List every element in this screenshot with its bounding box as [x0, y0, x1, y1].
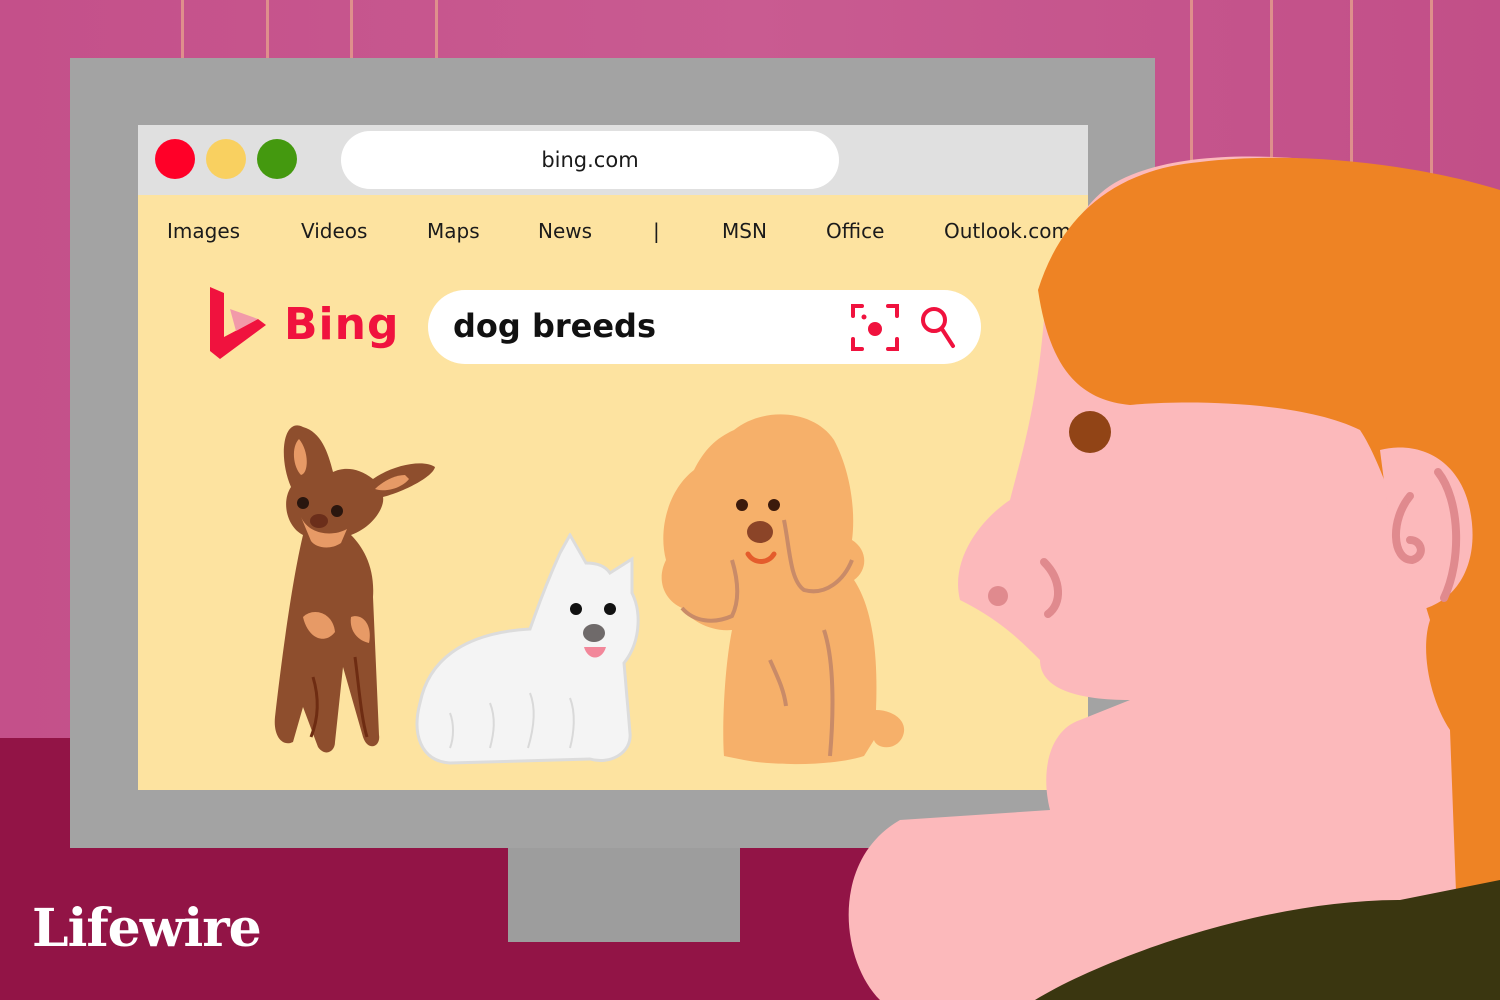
- search-box[interactable]: dog breeds: [428, 290, 981, 364]
- nav-link-maps[interactable]: Maps: [427, 219, 480, 243]
- wall-stripe: [1190, 0, 1193, 738]
- search-input[interactable]: dog breeds: [453, 307, 656, 345]
- camera-scan-icon[interactable]: [848, 303, 902, 353]
- bing-nav-bar: Images Videos Maps News | MSN Office Out…: [138, 219, 1088, 249]
- bing-logo-icon: [210, 287, 266, 359]
- bing-logo[interactable]: Bing: [208, 285, 403, 363]
- nav-link-news[interactable]: News: [538, 219, 592, 243]
- address-bar[interactable]: bing.com: [341, 131, 839, 189]
- address-bar-url: bing.com: [541, 148, 639, 172]
- nav-link-videos[interactable]: Videos: [301, 219, 367, 243]
- browser-titlebar: bing.com: [138, 125, 1088, 195]
- bing-logo-text: Bing: [284, 298, 400, 350]
- wall-stripe: [1270, 0, 1273, 738]
- monitor-stand: [508, 848, 740, 942]
- wall-stripe: [1350, 0, 1353, 738]
- minimize-window-button[interactable]: [206, 139, 246, 179]
- result-image-poodle[interactable]: [654, 410, 914, 770]
- wall-stripe: [1430, 0, 1433, 738]
- result-image-westie[interactable]: [410, 533, 650, 768]
- maximize-window-button[interactable]: [257, 139, 297, 179]
- nav-link-outlook[interactable]: Outlook.com: [944, 219, 1071, 243]
- nav-link-office[interactable]: Office: [826, 219, 884, 243]
- nav-link-msn[interactable]: MSN: [722, 219, 767, 243]
- close-window-button[interactable]: [155, 139, 195, 179]
- browser-window: bing.com Images Videos Maps News | MSN O…: [138, 125, 1088, 790]
- nav-divider: |: [653, 219, 660, 243]
- search-icon[interactable]: [918, 304, 958, 350]
- nav-link-images[interactable]: Images: [167, 219, 240, 243]
- lifewire-logo: Lifewire: [32, 898, 262, 959]
